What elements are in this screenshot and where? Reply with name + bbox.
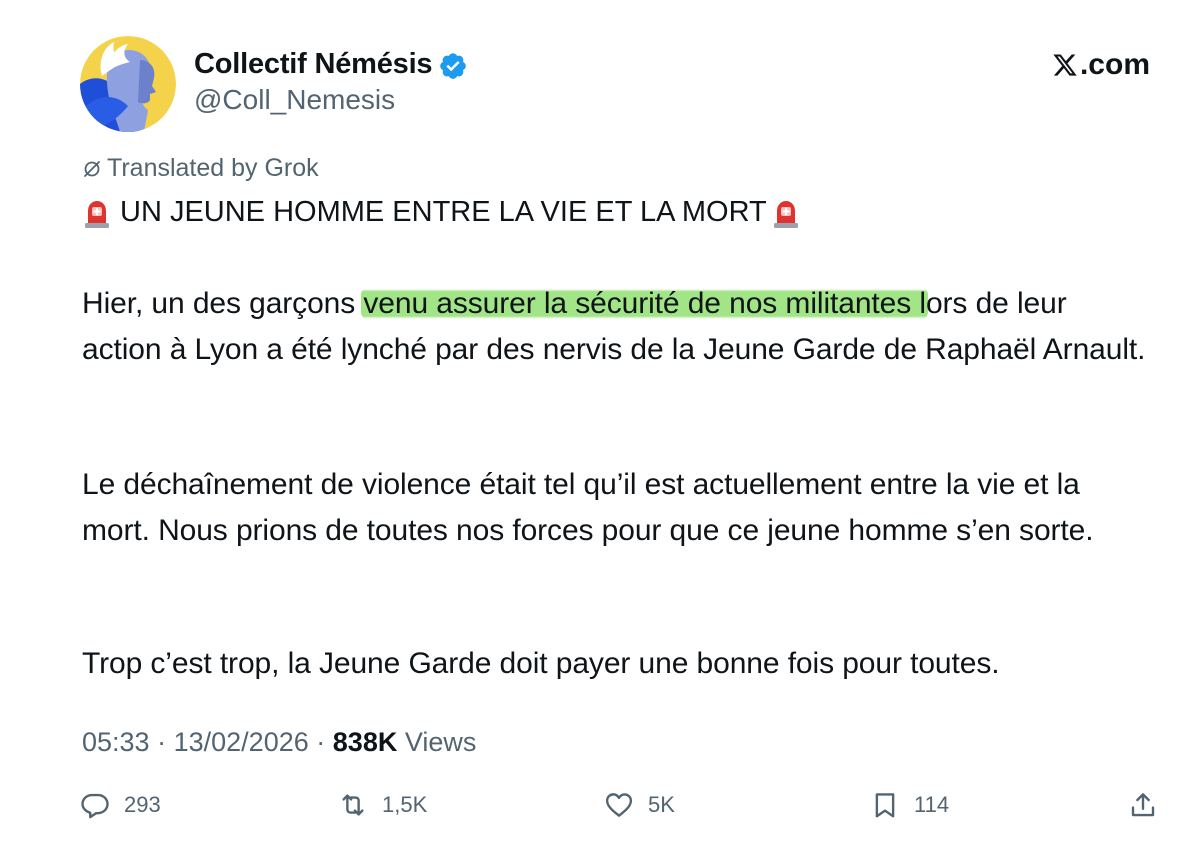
meta-separator: · <box>316 727 326 757</box>
post-headline: UN JEUNE HOMME ENTRE LA VIE ET LA MORT <box>82 196 801 229</box>
grok-icon <box>84 160 100 177</box>
p1-text-before: Hier, un des garçons <box>82 287 364 320</box>
post-paragraph-3: Trop c’est trop, la Jeune Garde doit pay… <box>82 647 1000 680</box>
bookmark-count: 114 <box>914 792 950 817</box>
x-com-link[interactable]: .com <box>1052 48 1150 82</box>
views-count[interactable]: 838K <box>333 727 398 757</box>
bookmark-button[interactable]: 114 <box>870 790 949 820</box>
translation-notice[interactable]: Translated by Grok <box>82 154 319 183</box>
reply-count: 293 <box>124 792 161 817</box>
heart-icon <box>605 793 633 817</box>
meta-separator: · <box>157 727 167 757</box>
highlighted-text: venu assurer la sécurité de nos militant… <box>361 287 928 320</box>
display-name-row[interactable]: Collectif Némésis <box>194 48 468 81</box>
police-siren-emoji-icon <box>773 200 798 228</box>
winged-woman-profile-avatar-icon <box>80 36 176 132</box>
reply-button[interactable]: 293 <box>80 790 161 820</box>
display-name[interactable]: Collectif Némésis <box>194 48 433 81</box>
avatar[interactable] <box>80 36 176 132</box>
repost-button[interactable]: 1,5K <box>338 790 427 820</box>
action-bar: 293 1,5K 5K 114 <box>80 790 1160 836</box>
repost-count: 1,5K <box>382 792 428 817</box>
handle[interactable]: @Coll_Nemesis <box>194 84 395 116</box>
post-meta: 05:33 · 13/02/2026 · 838K Views <box>82 727 476 758</box>
views-label: Views <box>404 727 477 757</box>
headline-text: UN JEUNE HOMME ENTRE LA VIE ET LA MORT <box>120 196 767 228</box>
verified-badge-icon <box>440 52 467 79</box>
like-button[interactable]: 5K <box>604 790 675 820</box>
like-count: 5K <box>648 792 675 817</box>
post-paragraph-1: Hier, un des garçons venu assurer la séc… <box>82 281 1152 373</box>
share-icon <box>1131 793 1155 817</box>
repost-icon <box>342 794 364 816</box>
translation-label: Translated by Grok <box>107 154 319 182</box>
bookmark-icon <box>875 793 895 818</box>
post-time[interactable]: 05:33 <box>82 727 150 757</box>
reply-icon <box>81 793 109 819</box>
post-paragraph-2: Le déchaînement de violence était tel qu… <box>82 468 1094 547</box>
police-siren-emoji-icon <box>85 200 109 228</box>
post-header: Collectif Némésis @Coll_Nemesis .com <box>80 36 1150 132</box>
post-date[interactable]: 13/02/2026 <box>174 727 309 757</box>
x-logo-icon <box>1053 54 1077 76</box>
share-button[interactable] <box>1128 790 1158 820</box>
x-com-label: .com <box>1079 48 1150 81</box>
